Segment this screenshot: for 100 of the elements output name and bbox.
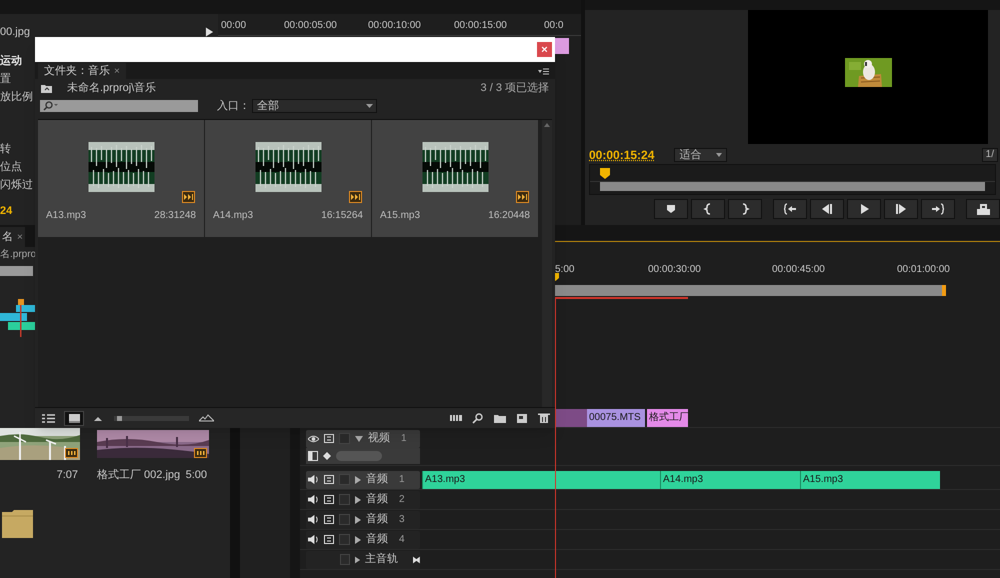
track-name: 主音轨 — [365, 552, 398, 568]
audio-clip[interactable]: A13.mp3 — [422, 471, 660, 489]
vertical-scrollbar[interactable] — [542, 120, 552, 407]
ruler-label: 00:00:10:00 — [368, 19, 421, 33]
go-to-in-button[interactable] — [773, 199, 807, 219]
play-button[interactable] — [847, 199, 881, 219]
expand-icon[interactable] — [355, 516, 361, 524]
lock-toggle[interactable] — [339, 534, 350, 545]
scrollbar-handle[interactable] — [942, 285, 946, 296]
speaker-icon[interactable] — [308, 474, 319, 485]
expand-icon[interactable] — [355, 536, 361, 544]
new-item-icon[interactable] — [516, 412, 528, 424]
property-label: 位点 — [0, 160, 22, 175]
lock-toggle[interactable] — [339, 494, 350, 505]
zoom-scrollbar[interactable] — [555, 285, 942, 296]
track-header[interactable]: 音频 3 — [306, 510, 420, 528]
marker-button[interactable] — [654, 199, 688, 219]
folder-icon[interactable] — [494, 412, 506, 424]
lock-toggle[interactable] — [339, 514, 350, 525]
lock-toggle[interactable] — [340, 554, 350, 565]
track-number: 3 — [399, 513, 405, 527]
file-name: 格式工厂 002.jpg — [97, 468, 180, 483]
panel-tab[interactable]: 名 × — [0, 227, 25, 247]
track-name: 音频 — [366, 472, 388, 488]
collapse-icon[interactable] — [355, 436, 363, 442]
clip-name: 00.jpg — [0, 24, 30, 40]
track-number: 1 — [399, 473, 405, 487]
lock-toggle[interactable] — [339, 433, 350, 444]
audio-badge-icon — [516, 191, 529, 203]
audio-clip[interactable]: A14.mp3 — [660, 471, 800, 489]
caret-icon — [366, 104, 373, 108]
file-name: A14.mp3 — [213, 209, 254, 223]
speaker-icon[interactable] — [308, 514, 319, 525]
export-frame-button[interactable] — [966, 199, 1000, 219]
storyboard-icon[interactable] — [450, 412, 462, 424]
mark-out-button[interactable] — [728, 199, 762, 219]
large-size-icon[interactable] — [199, 414, 214, 422]
panel-tab[interactable]: 文件夹：音乐 × — [38, 63, 126, 79]
track-name: 音频 — [366, 532, 388, 548]
audio-badge-icon — [349, 191, 362, 203]
playhead-icon[interactable] — [600, 168, 610, 179]
filter-label: 入口： — [217, 98, 250, 114]
search-field[interactable] — [0, 266, 33, 276]
audio-clip[interactable]: A15.mp3 — [800, 471, 940, 489]
media-tile[interactable]: A13.mp3 28:31248 — [38, 120, 204, 237]
sync-lock-icon[interactable] — [324, 534, 334, 545]
waveform-drawing — [422, 142, 488, 192]
expand-icon[interactable] — [355, 556, 360, 564]
track-header[interactable]: 音频 1 — [306, 470, 420, 488]
folder-icon[interactable] — [0, 508, 35, 539]
speaker-icon[interactable] — [308, 494, 319, 505]
zoom-scrollbar[interactable] — [600, 182, 985, 191]
video-clip[interactable] — [556, 409, 587, 427]
track-header[interactable]: 音频 2 — [306, 490, 420, 508]
scrub-bar[interactable] — [589, 164, 996, 195]
search-icon[interactable] — [472, 412, 484, 424]
speaker-icon[interactable] — [308, 534, 319, 545]
sync-lock-icon[interactable] — [324, 514, 334, 525]
track-header[interactable]: 主音轨 — [306, 550, 420, 568]
play-icon[interactable] — [205, 26, 214, 38]
video-clip[interactable]: 格式工厂 — [647, 409, 688, 427]
close-icon[interactable]: × — [17, 230, 23, 244]
resolution-dropdown[interactable]: 1/ — [982, 148, 998, 162]
zoom-dropdown[interactable]: 适合 — [674, 148, 728, 162]
go-to-out-button[interactable] — [921, 199, 955, 219]
close-button[interactable]: × — [537, 42, 552, 57]
small-size-icon[interactable] — [94, 416, 102, 420]
trash-icon[interactable] — [538, 412, 550, 424]
duration: 5:00 — [186, 468, 207, 483]
zoom-slider[interactable] — [114, 416, 189, 420]
media-tile[interactable]: A15.mp3 16:20448 — [372, 120, 538, 237]
expand-icon[interactable] — [355, 476, 361, 484]
ruler-label: 00:00:15:00 — [454, 19, 507, 33]
track-header[interactable]: 音频 4 — [306, 530, 420, 548]
display-style-icon[interactable] — [308, 450, 318, 460]
selection-count: 3 / 3 项已选择 — [480, 80, 549, 96]
folder-up-icon[interactable] — [41, 83, 52, 93]
sync-lock-icon[interactable] — [324, 433, 334, 444]
step-back-button[interactable] — [810, 199, 844, 219]
sync-lock-icon[interactable] — [324, 494, 334, 505]
expand-icon[interactable] — [355, 496, 361, 504]
lock-toggle[interactable] — [339, 474, 350, 485]
timecode[interactable]: 00:00:15:24 — [589, 146, 654, 164]
slider-thumb[interactable] — [116, 416, 122, 420]
track-header[interactable]: 视频 1 — [306, 430, 420, 448]
keyframe-icon[interactable] — [323, 452, 331, 460]
search-field[interactable] — [40, 100, 198, 112]
mark-in-button[interactable] — [691, 199, 725, 219]
panel-menu-icon[interactable] — [538, 68, 549, 75]
sync-lock-icon[interactable] — [324, 474, 334, 485]
timecode[interactable]: 24 — [0, 202, 12, 220]
close-icon[interactable]: × — [114, 64, 120, 78]
ruler-label: 00:00 — [221, 19, 246, 33]
filter-dropdown[interactable]: 全部 — [252, 99, 377, 113]
step-forward-button[interactable] — [884, 199, 918, 219]
video-clip[interactable]: 00075.MTS — [587, 409, 645, 427]
eye-icon[interactable] — [308, 434, 319, 444]
icon-view-button[interactable] — [64, 410, 84, 426]
media-tile[interactable]: A14.mp3 16:15264 — [205, 120, 371, 237]
scroll-up-icon[interactable] — [544, 123, 550, 127]
